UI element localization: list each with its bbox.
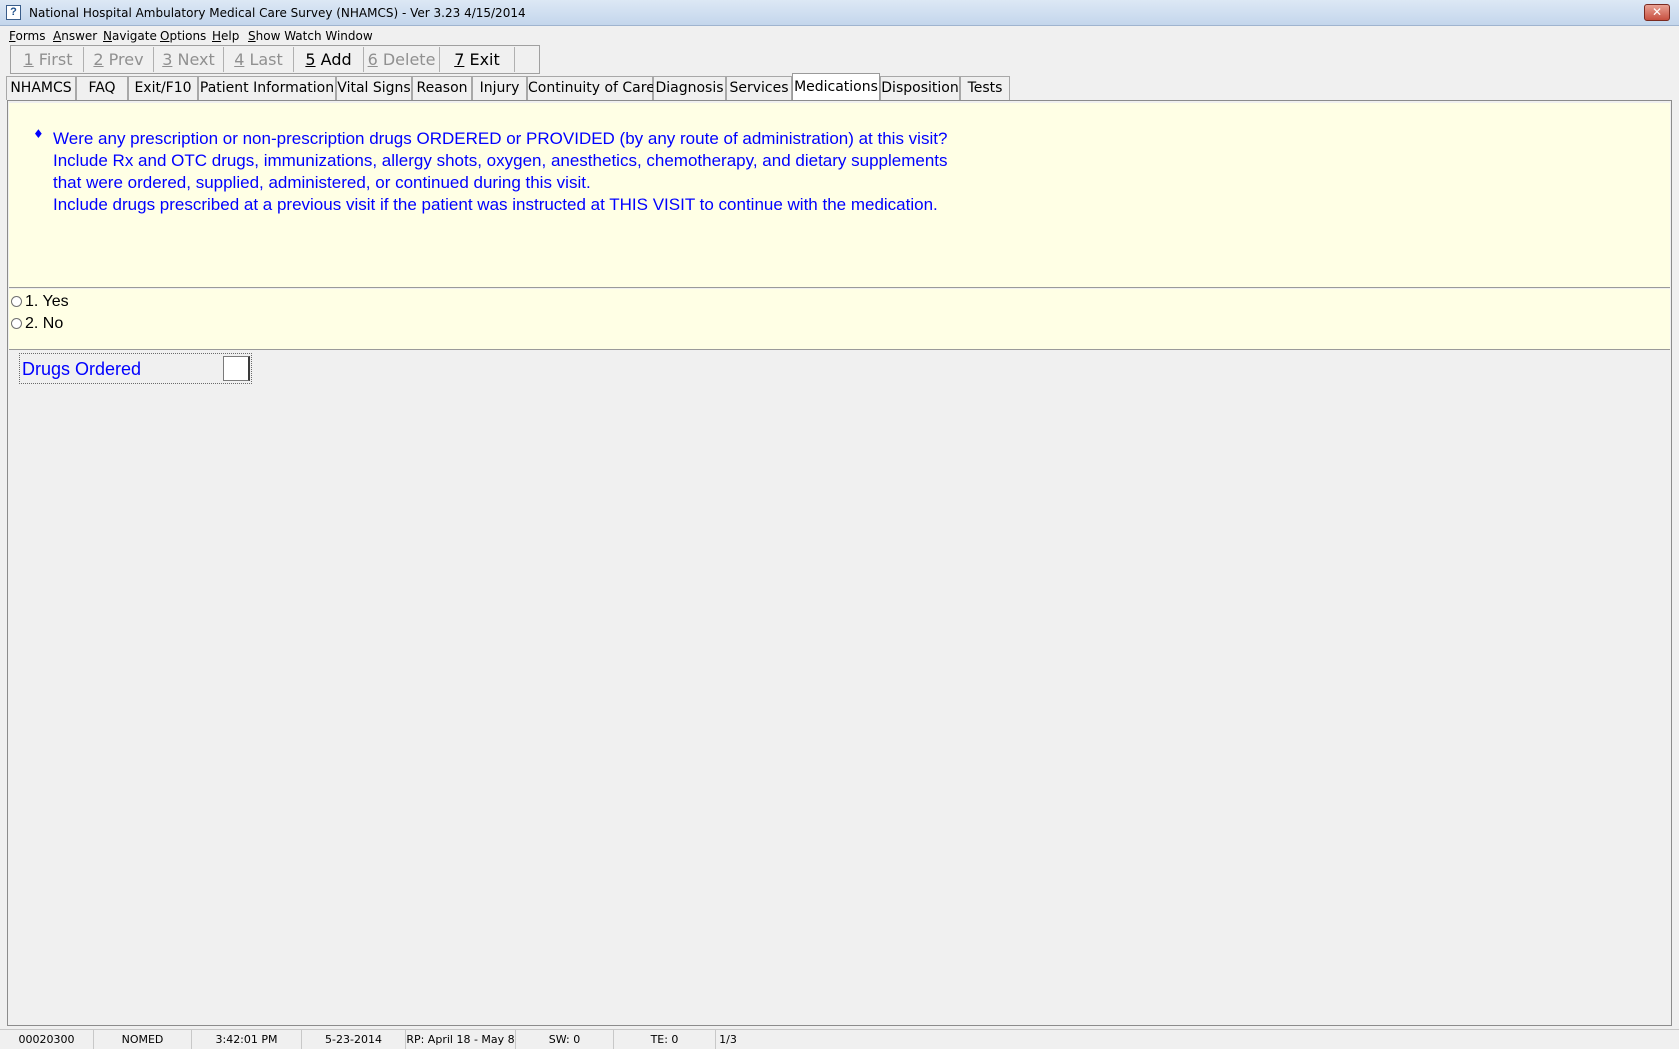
- exit-button[interactable]: 7 Exit: [440, 47, 515, 72]
- menu-navigate[interactable]: Navigate: [103, 28, 157, 44]
- question-box: ♦ Were any prescription or non-prescript…: [9, 103, 1670, 288]
- app-icon[interactable]: ?: [6, 5, 21, 20]
- medications-panel: ♦ Were any prescription or non-prescript…: [7, 100, 1672, 1026]
- tab-vital-signs[interactable]: Vital Signs: [336, 76, 412, 100]
- status-form-code: NOMED: [94, 1030, 192, 1049]
- menu-show-watch-window[interactable]: Show Watch Window: [248, 28, 373, 44]
- question-text: Were any prescription or non-prescriptio…: [53, 129, 948, 148]
- next-button[interactable]: 3 Next: [154, 47, 224, 72]
- tab-services[interactable]: Services: [726, 76, 792, 100]
- window-title: National Hospital Ambulatory Medical Car…: [29, 6, 526, 20]
- menu-bar: Forms Answer Navigate Options Help Show …: [0, 26, 1679, 46]
- tab-medications[interactable]: Medications: [792, 73, 880, 100]
- status-bar: 00020300 NOMED 3:42:01 PM 5-23-2014 RP: …: [0, 1029, 1679, 1049]
- add-button[interactable]: 5 Add: [294, 47, 364, 72]
- tab-patient-information[interactable]: Patient Information: [198, 76, 336, 100]
- tab-continuity-of-care[interactable]: Continuity of Care: [527, 76, 655, 100]
- tab-exit-f10[interactable]: Exit/F10: [128, 76, 198, 100]
- status-date: 5-23-2014: [302, 1030, 406, 1049]
- menu-help[interactable]: Help: [212, 28, 239, 44]
- answer-options: 1. Yes 2. No: [9, 289, 1670, 350]
- tab-faq[interactable]: FAQ: [76, 76, 128, 100]
- tab-injury[interactable]: Injury: [472, 76, 527, 100]
- status-time: 3:42:01 PM: [192, 1030, 302, 1049]
- delete-button[interactable]: 6 Delete: [364, 47, 440, 72]
- drugs-ordered-field: Drugs Ordered: [19, 353, 252, 384]
- close-icon: ✕: [1651, 5, 1663, 19]
- question-instruction: that were ordered, supplied, administere…: [53, 173, 591, 192]
- diamond-bullet-icon: ♦: [33, 127, 44, 141]
- option-yes[interactable]: 1. Yes: [11, 291, 69, 313]
- record-navigation-bar: 1 First 2 Prev 3 Next 4 Last 5 Add 6 Del…: [10, 45, 540, 74]
- tab-tests[interactable]: Tests: [960, 76, 1010, 100]
- drugs-ordered-input[interactable]: [223, 356, 250, 381]
- radio-button-icon[interactable]: [11, 296, 22, 307]
- drugs-ordered-label: Drugs Ordered: [22, 359, 142, 379]
- status-record-count: 1/3: [719, 1033, 737, 1046]
- status-reporting-period: RP: April 18 - May 8: [406, 1030, 516, 1049]
- question-instruction: Include Rx and OTC drugs, immunizations,…: [53, 151, 948, 170]
- option-no[interactable]: 2. No: [11, 313, 63, 335]
- tab-nhamcs[interactable]: NHAMCS: [6, 76, 76, 100]
- menu-options[interactable]: Options: [160, 28, 206, 44]
- prev-button[interactable]: 2 Prev: [84, 47, 154, 72]
- title-bar: ? National Hospital Ambulatory Medical C…: [0, 0, 1679, 26]
- status-te: TE: 0: [614, 1030, 716, 1049]
- radio-button-icon[interactable]: [11, 318, 22, 329]
- tab-reason[interactable]: Reason: [412, 76, 472, 100]
- status-case-id: 00020300: [0, 1030, 94, 1049]
- last-button[interactable]: 4 Last: [224, 47, 294, 72]
- menu-forms[interactable]: Forms: [9, 28, 46, 44]
- tab-disposition[interactable]: Disposition: [880, 76, 960, 100]
- close-button[interactable]: ✕: [1644, 4, 1670, 21]
- menu-answer[interactable]: Answer: [53, 28, 97, 44]
- tab-diagnosis[interactable]: Diagnosis: [653, 76, 726, 100]
- first-button[interactable]: 1 First: [13, 47, 84, 72]
- question-instruction: Include drugs prescribed at a previous v…: [53, 195, 938, 214]
- status-sw: SW: 0: [516, 1030, 614, 1049]
